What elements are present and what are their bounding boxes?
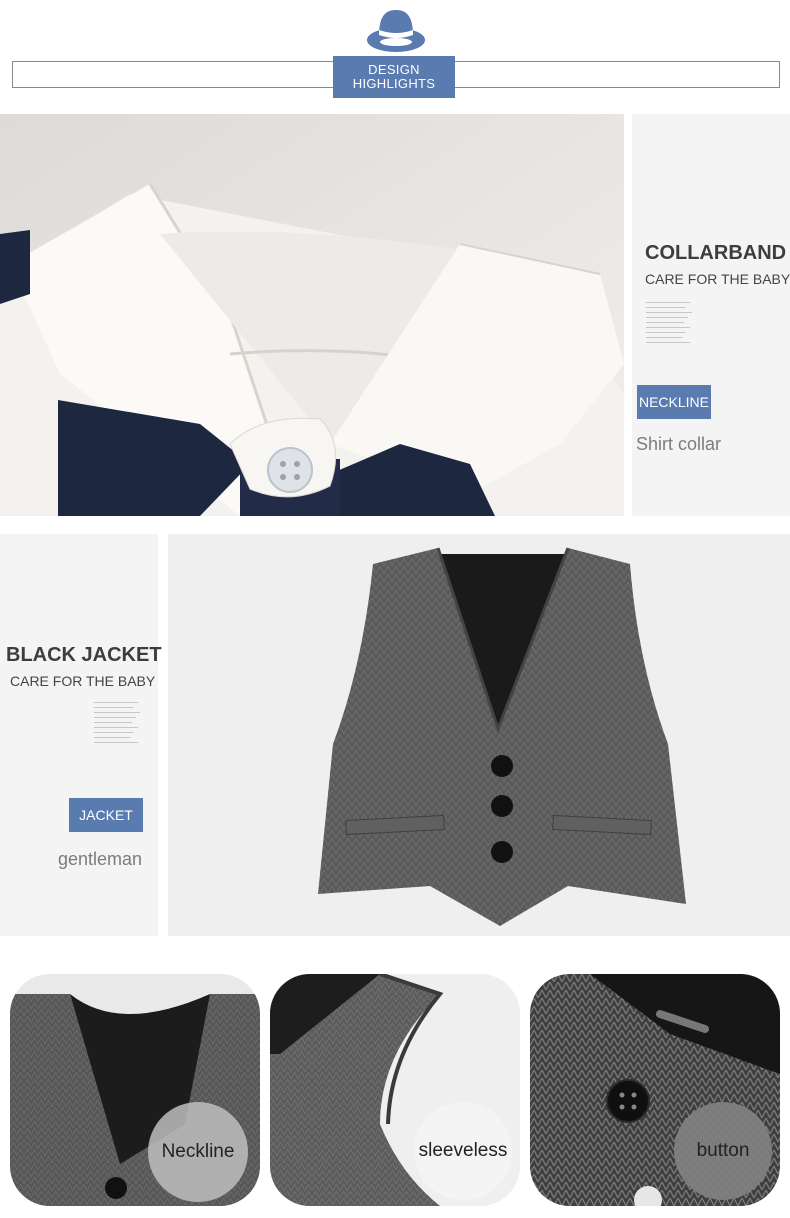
badge-line-2: HIGHLIGHTS <box>352 76 436 91</box>
jacket-tag: JACKET <box>69 798 143 832</box>
collar-note: Shirt collar <box>636 434 722 454</box>
vest-photo <box>168 534 790 936</box>
detail-card-neckline: Neckline <box>10 974 260 1206</box>
button-label: button <box>674 1102 772 1200</box>
small-print-lines <box>646 302 692 347</box>
small-print-lines <box>94 702 140 747</box>
neckline-label: Neckline <box>148 1102 248 1202</box>
badge-line-1: DESIGN <box>368 62 420 77</box>
design-highlights-header: DESIGN HIGHLIGHTS <box>0 0 790 112</box>
shirt-collar-photo <box>0 114 624 516</box>
hat-icon <box>367 10 425 52</box>
collar-title: COLLARBAND <box>645 242 787 264</box>
collar-info-panel: COLLARBAND CARE FOR THE BABY NECKLINE Sh… <box>632 114 790 516</box>
jacket-note: gentleman <box>58 849 143 869</box>
design-highlights-badge: DESIGN HIGHLIGHTS <box>333 56 455 98</box>
detail-card-sleeveless: sleeveless <box>270 974 520 1206</box>
jacket-title: BLACK JACKET <box>6 644 162 666</box>
neckline-tag: NECKLINE <box>637 385 711 419</box>
detail-card-button: button <box>530 974 780 1206</box>
jacket-subtitle: CARE FOR THE BABY <box>10 673 156 689</box>
jacket-info-panel: BLACK JACKET CARE FOR THE BABY JACKET ge… <box>0 534 162 936</box>
collar-subtitle: CARE FOR THE BABY <box>645 271 790 287</box>
sleeveless-label: sleeveless <box>414 1102 512 1200</box>
